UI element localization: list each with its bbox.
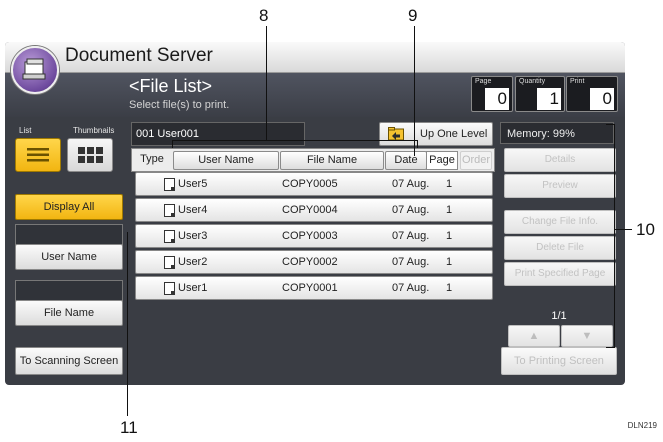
- quantity-counter: Quantity 1: [515, 76, 565, 112]
- file-row-user1[interactable]: User1 COPY0001 07 Aug. 1: [135, 276, 493, 300]
- preview-button[interactable]: Preview: [504, 174, 616, 198]
- callout-10: 10: [636, 220, 655, 239]
- callout-9: 9: [408, 6, 418, 25]
- quantity-counter-value: 1: [537, 88, 561, 110]
- file-name-filter-button[interactable]: File Name: [15, 300, 123, 326]
- print-specified-page-button[interactable]: Print Specified Page: [504, 262, 616, 286]
- callout-8-bracket-right: [417, 140, 418, 148]
- file-date: 07 Aug.: [392, 204, 430, 216]
- page-counter-value: 0: [485, 88, 509, 110]
- to-scanning-screen-button[interactable]: To Scanning Screen: [15, 347, 123, 375]
- sort-file-name-button[interactable]: File Name: [280, 151, 384, 170]
- file-name: COPY0003: [282, 230, 338, 242]
- scroll-up-button[interactable]: ▲: [508, 325, 560, 347]
- file-user: User3: [178, 230, 208, 242]
- callout-9-line: [414, 26, 415, 156]
- file-row-user5[interactable]: User5 COPY0005 07 Aug. 1: [135, 172, 493, 196]
- page-counter: Page 0: [471, 76, 513, 112]
- app-title: Document Server: [65, 45, 213, 66]
- page-subtitle: Select file(s) to print.: [129, 99, 230, 111]
- callout-8-bracket-left: [172, 140, 173, 148]
- file-name: COPY0005: [282, 178, 338, 190]
- quantity-counter-label: Quantity: [519, 78, 546, 85]
- to-printing-screen-button[interactable]: To Printing Screen: [501, 347, 617, 375]
- file-date: 07 Aug.: [392, 282, 430, 294]
- document-icon: [164, 256, 175, 269]
- document-server-icon: [11, 46, 59, 94]
- page-counter-label: Page: [475, 78, 492, 85]
- file-name-filter-box: [15, 280, 123, 301]
- print-counter-value: 0: [590, 88, 614, 110]
- print-counter-label: Print: [570, 78, 585, 85]
- folder-up-icon: [388, 127, 404, 141]
- file-pages: 1: [446, 230, 453, 242]
- print-counter: Print 0: [566, 76, 618, 112]
- thumbnails-view-label: Thumbnails: [73, 126, 115, 135]
- document-server-screen: Document Server <File List> Select file(…: [5, 42, 625, 385]
- change-file-info-button[interactable]: Change File Info.: [504, 210, 616, 234]
- thumbnails-view-button[interactable]: [67, 138, 113, 172]
- sort-user-name-button[interactable]: User Name: [173, 151, 279, 170]
- file-row-user3[interactable]: User3 COPY0003 07 Aug. 1: [135, 224, 493, 248]
- header-bar: <File List> Select file(s) to print. Pag…: [5, 73, 625, 117]
- list-view-button[interactable]: [15, 138, 61, 172]
- document-icon: [164, 178, 175, 191]
- sort-bar: Type User Name File Name Date Page Order: [131, 148, 495, 172]
- page-title: <File List>: [129, 76, 213, 96]
- file-pages: 1: [446, 178, 453, 190]
- memory-status: Memory: 99%: [500, 122, 614, 144]
- file-user: User1: [178, 282, 208, 294]
- file-date: 07 Aug.: [392, 230, 430, 242]
- file-user: User5: [178, 178, 208, 190]
- file-date: 07 Aug.: [392, 178, 430, 190]
- folder-path: 001 User001: [131, 122, 305, 146]
- file-pages: 1: [446, 256, 453, 268]
- sort-order-button[interactable]: Order: [460, 151, 492, 170]
- callout-10-line: [614, 229, 632, 230]
- thumbnails-icon: [78, 147, 103, 163]
- scroll-down-button[interactable]: ▼: [561, 325, 613, 347]
- figure-code: DLN219: [627, 421, 657, 430]
- file-pages: 1: [446, 282, 453, 294]
- title-bar: Document Server: [5, 42, 625, 73]
- callout-8-line: [266, 26, 267, 140]
- callout-10-bracket-bottom: [606, 347, 615, 348]
- details-button[interactable]: Details: [504, 148, 616, 172]
- callout-8-bracket: [172, 140, 418, 141]
- file-name: COPY0004: [282, 204, 338, 216]
- type-column-label: Type: [140, 153, 164, 165]
- document-icon: [164, 204, 175, 217]
- list-view-label: List: [19, 126, 32, 135]
- user-name-filter-box: [15, 224, 123, 245]
- up-one-level-label: Up One Level: [420, 128, 488, 140]
- list-icon: [27, 148, 49, 162]
- callout-10-bracket: [614, 124, 615, 348]
- callout-8: 8: [259, 6, 269, 25]
- file-user: User4: [178, 204, 208, 216]
- file-row-user4[interactable]: User4 COPY0004 07 Aug. 1: [135, 198, 493, 222]
- sort-page-button[interactable]: Page: [426, 151, 458, 170]
- arrow-up-icon: ▲: [528, 330, 540, 342]
- arrow-down-icon: ▼: [581, 330, 593, 342]
- sort-date-button[interactable]: Date: [385, 151, 427, 170]
- display-all-button[interactable]: Display All: [15, 194, 123, 220]
- file-pages: 1: [446, 204, 453, 216]
- callout-11-line: [127, 232, 128, 416]
- delete-file-button[interactable]: Delete File: [504, 236, 616, 260]
- file-name: COPY0002: [282, 256, 338, 268]
- file-name: COPY0001: [282, 282, 338, 294]
- callout-10-bracket-top: [606, 124, 615, 125]
- file-user: User2: [178, 256, 208, 268]
- user-name-filter-button[interactable]: User Name: [15, 244, 123, 270]
- document-icon: [164, 282, 175, 295]
- file-date: 07 Aug.: [392, 256, 430, 268]
- document-icon: [164, 230, 175, 243]
- file-row-user2[interactable]: User2 COPY0002 07 Aug. 1: [135, 250, 493, 274]
- callout-11: 11: [120, 418, 138, 437]
- up-one-level-button[interactable]: Up One Level: [379, 122, 493, 146]
- page-indicator: 1/1: [551, 310, 567, 322]
